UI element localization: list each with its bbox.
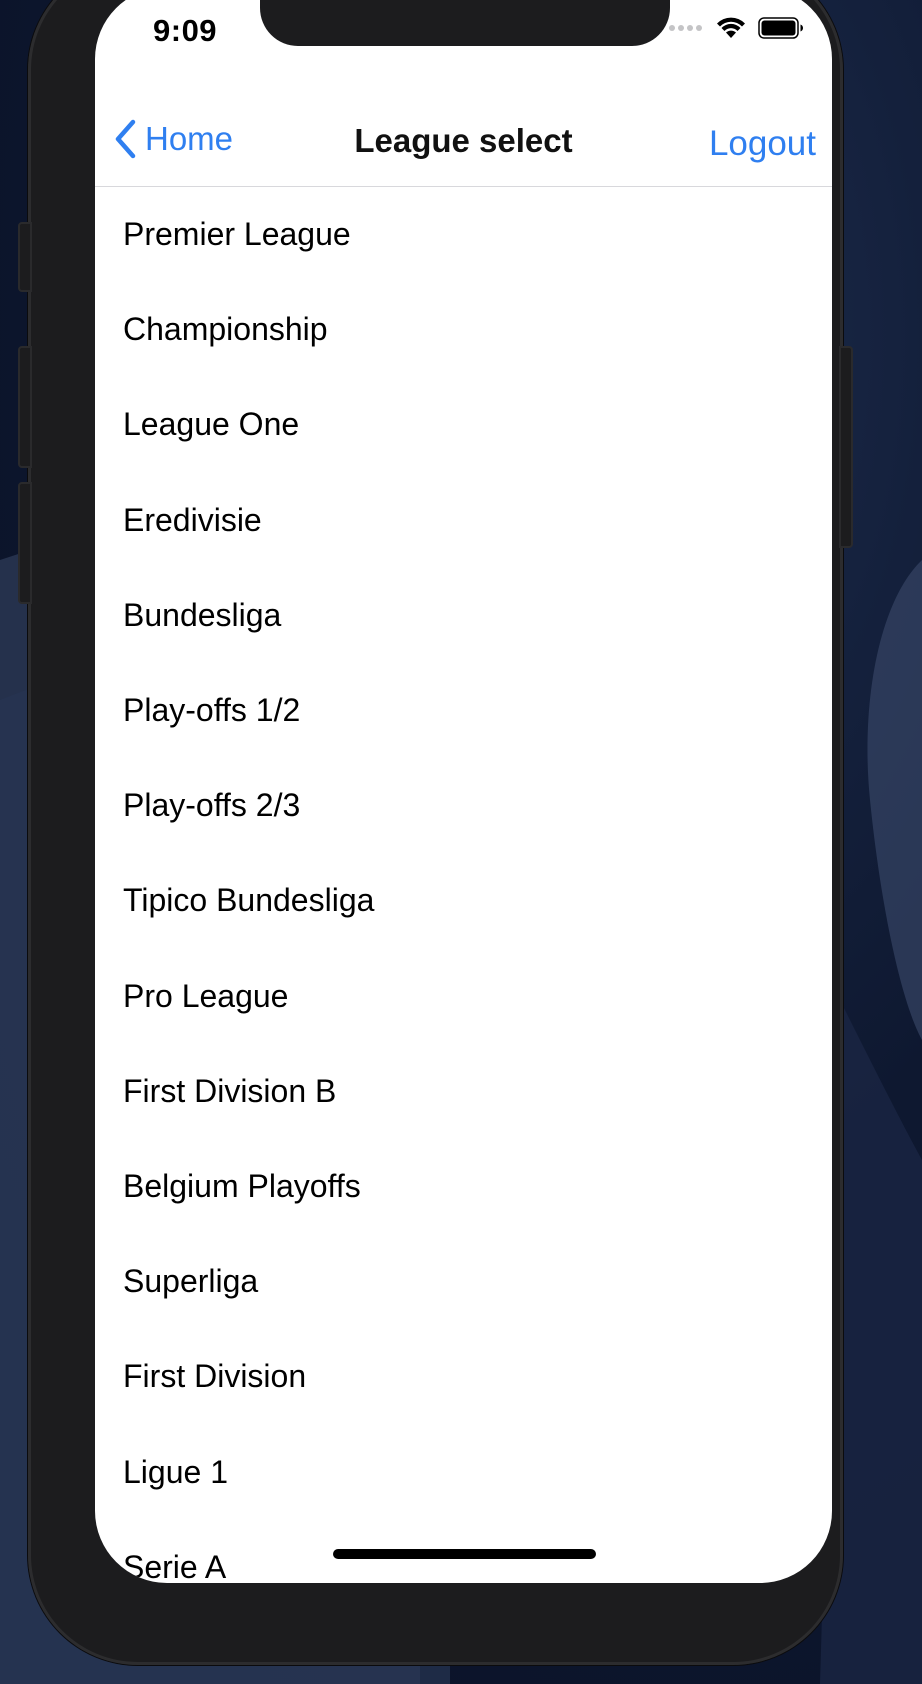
league-list: Premier League Championship League One E… (95, 187, 832, 1583)
league-item-superliga[interactable]: Superliga (95, 1234, 832, 1329)
volume-down-button (18, 482, 32, 604)
phone-frame: 9:09 Home League select Logout Premier L… (18, 0, 853, 1665)
volume-up-button (18, 346, 32, 468)
notch (260, 0, 670, 46)
cellular-signal-icon (669, 25, 702, 31)
league-item-play-offs-2-3[interactable]: Play-offs 2/3 (95, 758, 832, 853)
home-indicator[interactable] (333, 1549, 596, 1559)
league-item-belgium-playoffs[interactable]: Belgium Playoffs (95, 1139, 832, 1234)
league-item-tipico-bundesliga[interactable]: Tipico Bundesliga (95, 853, 832, 948)
league-item-premier-league[interactable]: Premier League (95, 187, 832, 282)
app-screen: 9:09 Home League select Logout Premier L… (95, 0, 832, 1583)
battery-icon (758, 17, 803, 39)
status-icons (668, 17, 804, 39)
navigation-bar: Home League select Logout (95, 84, 832, 187)
league-item-eredivisie[interactable]: Eredivisie (95, 473, 832, 568)
league-item-play-offs-1-2[interactable]: Play-offs 1/2 (95, 663, 832, 758)
status-time: 9:09 (153, 13, 218, 48)
power-button (839, 346, 853, 548)
league-item-ligue-1[interactable]: Ligue 1 (95, 1424, 832, 1519)
mute-switch (18, 222, 32, 292)
league-item-first-division[interactable]: First Division (95, 1329, 832, 1424)
league-item-pro-league[interactable]: Pro League (95, 949, 832, 1044)
league-item-league-one[interactable]: League One (95, 377, 832, 472)
wifi-icon (717, 17, 745, 38)
league-item-championship[interactable]: Championship (95, 282, 832, 377)
league-item-first-division-b[interactable]: First Division B (95, 1044, 832, 1139)
logout-button[interactable]: Logout (709, 124, 816, 164)
league-item-bundesliga[interactable]: Bundesliga (95, 568, 832, 663)
